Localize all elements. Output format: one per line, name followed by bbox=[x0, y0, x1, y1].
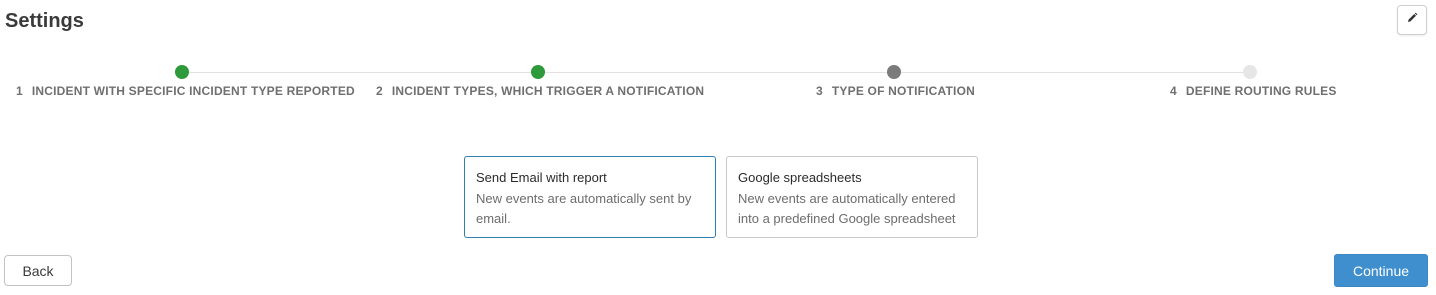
step-3-label[interactable]: 3 TYPE OF NOTIFICATION bbox=[816, 84, 975, 98]
page-title: Settings bbox=[5, 10, 84, 32]
option-description: New events are automatically entered int… bbox=[738, 191, 956, 226]
stepper-track bbox=[182, 72, 1250, 73]
step-1-indicator bbox=[175, 65, 189, 79]
option-description: New events are automatically sent by ema… bbox=[476, 191, 692, 226]
option-title: Google spreadsheets bbox=[738, 170, 862, 185]
continue-button[interactable]: Continue bbox=[1334, 254, 1428, 287]
step-4-indicator bbox=[1243, 65, 1257, 79]
step-1-label[interactable]: 1 INCIDENT WITH SPECIFIC INCIDENT TYPE RE… bbox=[16, 84, 355, 98]
step-2-indicator bbox=[531, 65, 545, 79]
step-text: INCIDENT TYPES, WHICH TRIGGER A NOTIFICA… bbox=[391, 84, 705, 98]
step-number: 2 bbox=[376, 84, 383, 98]
back-button[interactable]: Back bbox=[4, 255, 72, 286]
step-2-label[interactable]: 2 INCIDENT TYPES, WHICH TRIGGER A NOTIFIC… bbox=[376, 84, 704, 98]
pencil-icon bbox=[1406, 11, 1418, 29]
edit-button[interactable] bbox=[1397, 5, 1427, 35]
step-number: 4 bbox=[1170, 84, 1177, 98]
step-text: TYPE OF NOTIFICATION bbox=[831, 84, 975, 98]
step-3-indicator bbox=[887, 65, 901, 79]
step-number: 1 bbox=[16, 84, 23, 98]
option-card-email-report[interactable]: Send Email with report New events are au… bbox=[464, 156, 716, 238]
step-text: DEFINE ROUTING RULES bbox=[1185, 84, 1337, 98]
option-card-google-spreadsheets[interactable]: Google spreadsheets New events are autom… bbox=[726, 156, 978, 238]
option-title: Send Email with report bbox=[476, 170, 607, 185]
step-4-label[interactable]: 4 DEFINE ROUTING RULES bbox=[1170, 84, 1337, 98]
step-text: INCIDENT WITH SPECIFIC INCIDENT TYPE REP… bbox=[31, 84, 355, 98]
step-number: 3 bbox=[816, 84, 823, 98]
